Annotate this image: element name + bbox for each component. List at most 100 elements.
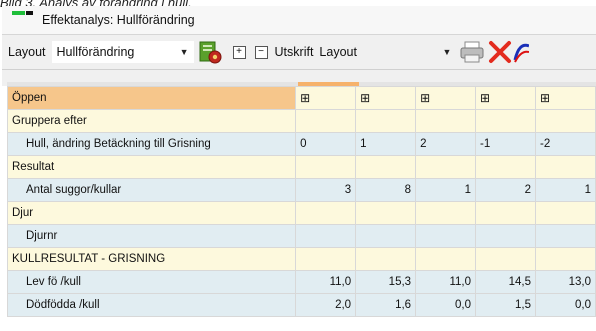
- layout-label: Layout: [8, 45, 46, 59]
- grid-row[interactable]: Hull, ändring Betäckning till Grisning 0 1…: [6, 132, 596, 156]
- grid-cell[interactable]: [475, 201, 536, 225]
- row-label[interactable]: KULLRESULTAT - GRISNING: [6, 247, 297, 271]
- grid-cell[interactable]: [295, 247, 357, 271]
- grid-cell[interactable]: 2,0: [295, 293, 357, 317]
- grid-cell[interactable]: [295, 155, 357, 179]
- expand-column-icon[interactable]: ⊞: [360, 92, 370, 104]
- row-label[interactable]: Hull, ändring Betäckning till Grisning: [6, 132, 297, 156]
- row-label[interactable]: Gruppera efter: [6, 109, 297, 133]
- app-icon: [12, 11, 34, 19]
- grid-row[interactable]: Resultat: [6, 155, 596, 179]
- grid-cell[interactable]: 15,3: [355, 270, 417, 294]
- layout-settings-button[interactable]: [197, 39, 223, 65]
- layout-select[interactable]: Hullförändring ▼: [51, 41, 194, 63]
- grid-row[interactable]: Antal suggor/kullar 3 8 1 2 1: [6, 178, 596, 202]
- grid-cell[interactable]: ⊞: [355, 86, 417, 110]
- layout-select-value: Hullförändring: [56, 45, 135, 59]
- grid-cell[interactable]: [475, 224, 536, 248]
- grid-cell[interactable]: [355, 155, 417, 179]
- grid-cell[interactable]: [355, 109, 417, 133]
- grid-row[interactable]: Lev fö /kull 11,0 15,3 11,0 14,5 13,0: [6, 270, 596, 294]
- row-label[interactable]: Lev fö /kull: [6, 270, 297, 294]
- grid-cell[interactable]: 1: [534, 178, 596, 202]
- close-icon: [489, 41, 512, 63]
- expand-column-icon[interactable]: ⊞: [540, 92, 550, 104]
- effektanalys-window: Effektanalys: Hullförändring Layout Hull…: [2, 6, 596, 331]
- grid-cell[interactable]: 0: [295, 132, 357, 156]
- grid-row[interactable]: Öppen ⊞ ⊞ ⊞ ⊞ ⊞: [6, 86, 596, 110]
- grid-cell[interactable]: ⊞: [415, 86, 477, 110]
- grid-cell[interactable]: 2: [415, 132, 477, 156]
- row-label[interactable]: Dödfödda /kull: [6, 293, 297, 317]
- grid-cell[interactable]: ⊞: [295, 86, 357, 110]
- grid-cell[interactable]: 11,0: [415, 270, 477, 294]
- title-bar: Effektanalys: Hullförändring: [2, 6, 596, 35]
- row-label[interactable]: Antal suggor/kullar: [6, 178, 297, 202]
- grid-cell[interactable]: 2: [475, 178, 536, 202]
- grid-cell[interactable]: [534, 155, 596, 179]
- grid-cell[interactable]: [295, 224, 357, 248]
- grid-cell[interactable]: [475, 155, 536, 179]
- grid-cell[interactable]: [534, 224, 596, 248]
- collapse-all-button[interactable]: −: [254, 45, 268, 59]
- grid-cell[interactable]: [295, 109, 357, 133]
- grid-cell[interactable]: [534, 247, 596, 271]
- grid-cell[interactable]: 1: [355, 132, 417, 156]
- grid-cell[interactable]: [355, 247, 417, 271]
- grid-cell[interactable]: 0,0: [534, 293, 596, 317]
- grid-cell[interactable]: 8: [355, 178, 417, 202]
- grid-cell[interactable]: [355, 201, 417, 225]
- grid-cell[interactable]: -1: [475, 132, 536, 156]
- grid-cell[interactable]: [534, 109, 596, 133]
- row-label[interactable]: Djur: [6, 201, 297, 225]
- grid-cell[interactable]: 1: [415, 178, 477, 202]
- grid-row[interactable]: Gruppera efter: [6, 109, 596, 133]
- chart-curve-icon: [513, 43, 530, 63]
- grid-cell[interactable]: [475, 109, 536, 133]
- layout-settings-icon: [199, 41, 222, 64]
- grid-cell[interactable]: [475, 247, 536, 271]
- chevron-down-icon[interactable]: ▼: [180, 47, 189, 57]
- grid-row[interactable]: Djurnr: [6, 224, 596, 248]
- print-label: Utskrift: [274, 45, 314, 59]
- grid-cell[interactable]: [415, 201, 477, 225]
- grid-cell[interactable]: 1,6: [355, 293, 417, 317]
- expand-column-icon[interactable]: ⊞: [300, 92, 310, 104]
- grid-cell[interactable]: 1,5: [475, 293, 536, 317]
- print-layout-value: Layout: [319, 45, 357, 59]
- expand-column-icon[interactable]: ⊞: [480, 92, 490, 104]
- grid-cell[interactable]: [415, 109, 477, 133]
- grid-cell[interactable]: 3: [295, 178, 357, 202]
- chevron-down-icon[interactable]: ▼: [443, 47, 452, 57]
- toolbar: Layout Hullförändring ▼ + − Utskrift Lay…: [2, 35, 596, 70]
- printer-icon: [460, 41, 484, 63]
- print-button[interactable]: [459, 40, 485, 64]
- grid-row[interactable]: Dödfödda /kull 2,0 1,6 0,0 1,5 0,0: [6, 293, 596, 317]
- row-label[interactable]: Resultat: [6, 155, 297, 179]
- analysis-table: Öppen ⊞ ⊞ ⊞ ⊞ ⊞ Gruppera efter Hull, ändring Be…: [6, 86, 596, 317]
- expand-all-button[interactable]: +: [232, 45, 246, 59]
- grid-cell[interactable]: [415, 155, 477, 179]
- grid-cell[interactable]: [415, 247, 477, 271]
- grid-cell[interactable]: ⊞: [534, 86, 596, 110]
- close-button[interactable]: [488, 40, 512, 64]
- grid-cell[interactable]: 14,5: [475, 270, 536, 294]
- print-layout-select[interactable]: Layout ▼: [317, 41, 454, 63]
- window-title: Effektanalys: Hullförändring: [42, 13, 195, 27]
- grid-cell[interactable]: [415, 224, 477, 248]
- grid-cell[interactable]: -2: [534, 132, 596, 156]
- row-label[interactable]: Djurnr: [6, 224, 297, 248]
- row-label[interactable]: Öppen: [6, 86, 297, 110]
- expand-column-icon[interactable]: ⊞: [420, 92, 430, 104]
- grid-cell[interactable]: [355, 224, 417, 248]
- analysis-grid: Öppen ⊞ ⊞ ⊞ ⊞ ⊞ Gruppera efter Hull, ändring Be…: [2, 86, 596, 331]
- grid-cell[interactable]: ⊞: [475, 86, 536, 110]
- grid-row[interactable]: KULLRESULTAT - GRISNING: [6, 247, 596, 271]
- chart-button[interactable]: [513, 40, 530, 64]
- grid-cell[interactable]: 0,0: [415, 293, 477, 317]
- grid-cell[interactable]: [295, 201, 357, 225]
- grid-cell[interactable]: 13,0: [534, 270, 596, 294]
- grid-cell[interactable]: [534, 201, 596, 225]
- grid-row[interactable]: Djur: [6, 201, 596, 225]
- grid-cell[interactable]: 11,0: [295, 270, 357, 294]
